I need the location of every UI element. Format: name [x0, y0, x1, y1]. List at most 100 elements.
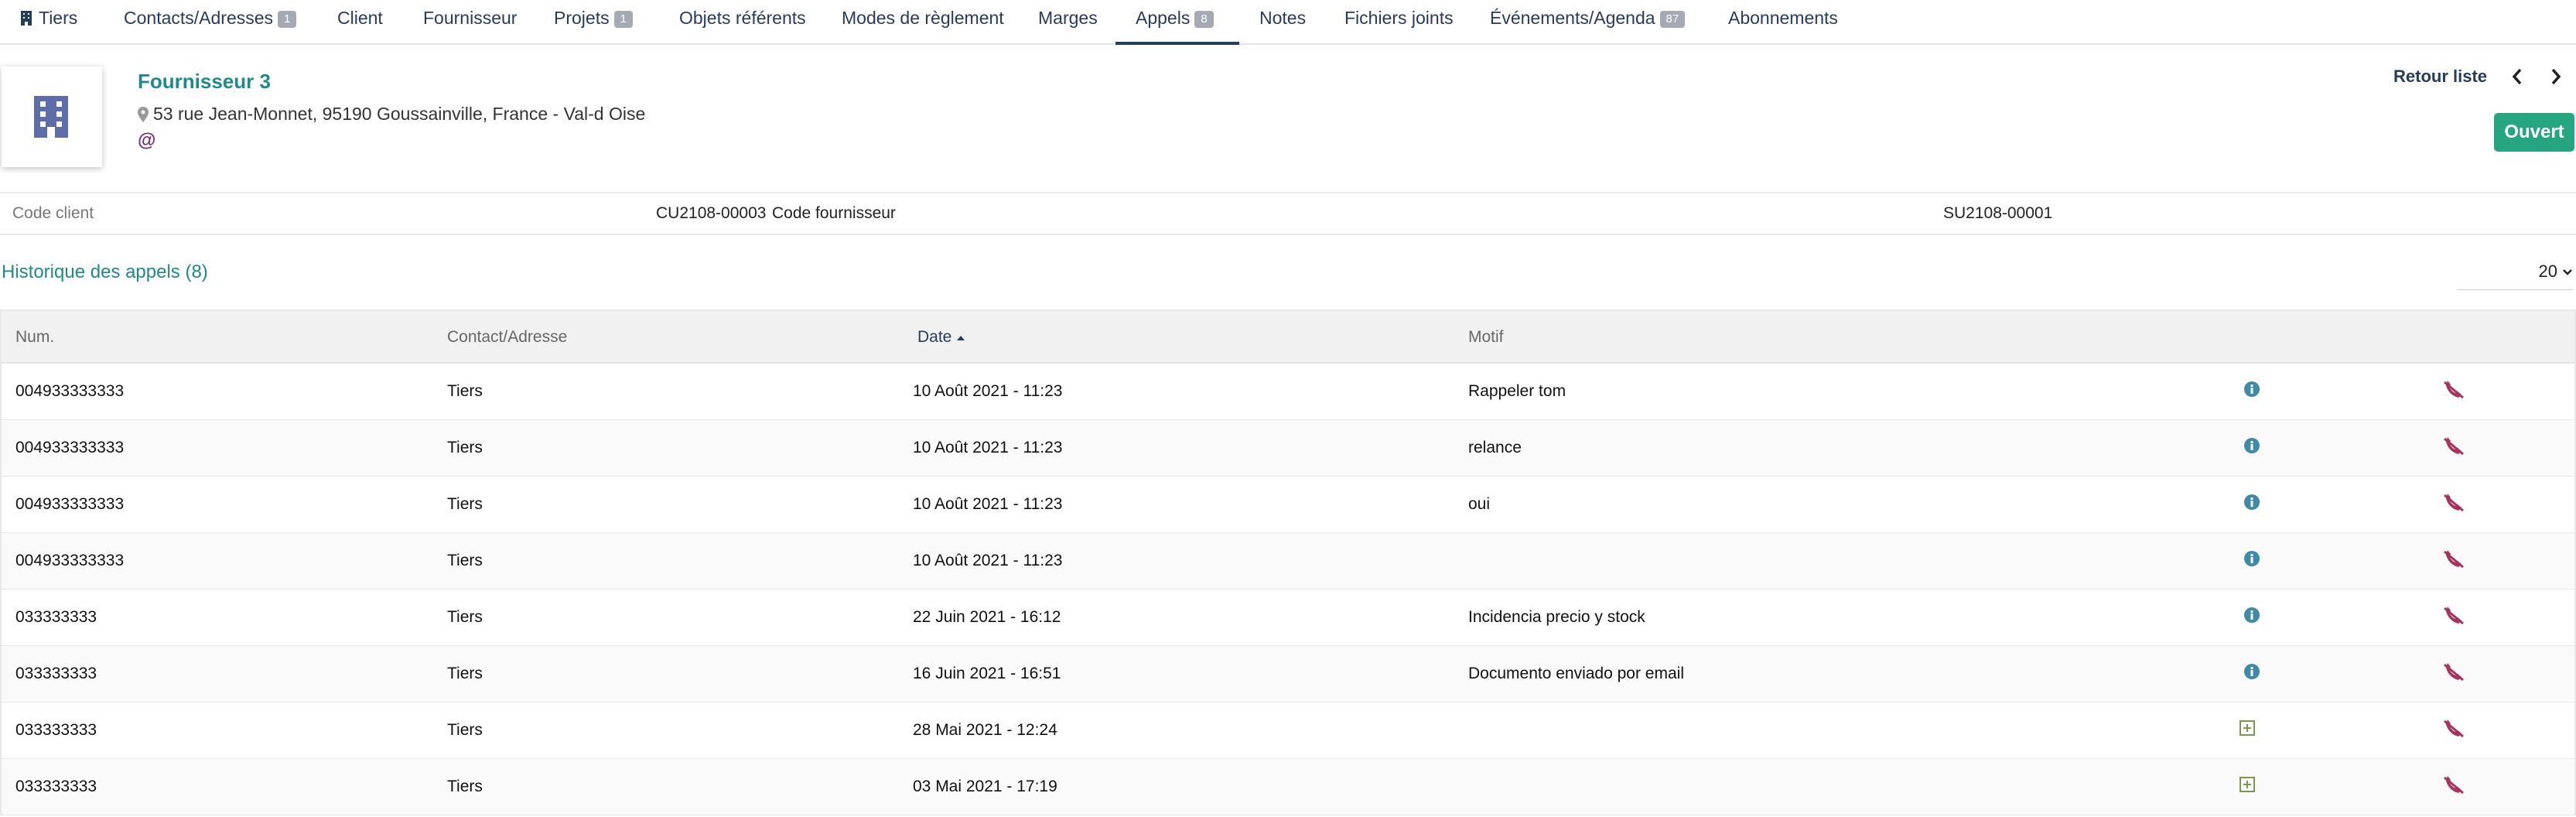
plus-square-icon[interactable] — [2239, 720, 2256, 741]
tab-fournisseur[interactable]: Fournisseur — [423, 0, 517, 45]
info-icon[interactable] — [2243, 437, 2260, 459]
chevron-right-icon — [2551, 68, 2561, 85]
cell-contact: Tiers — [447, 778, 483, 795]
tab-label: Modes de règlement — [842, 8, 1004, 28]
tab-tiers[interactable]: Tiers — [20, 0, 77, 45]
tab-label: Objets référents — [679, 8, 806, 28]
client-code-value: CU2108-00003 — [656, 204, 767, 222]
cell-num[interactable]: 033333333 — [15, 778, 97, 796]
cell-num[interactable]: 004933333333 — [15, 439, 124, 457]
sort-ascending-icon — [957, 336, 965, 340]
phone-slash-icon[interactable] — [2443, 550, 2465, 573]
cell-num[interactable]: 004933333333 — [15, 495, 124, 514]
column-date-label: Date — [917, 328, 952, 346]
chevron-down-icon — [2563, 269, 2572, 275]
cell-date: 16 Juin 2021 - 16:51 — [913, 665, 1061, 682]
building-icon — [34, 96, 68, 138]
tab-evenements-agenda[interactable]: Événements/Agenda 87 — [1490, 0, 1686, 45]
cell-contact: Tiers — [447, 665, 483, 682]
phone-slash-icon[interactable] — [2443, 776, 2465, 799]
supplier-code-value: SU2108-00001 — [1943, 204, 2053, 222]
cell-num[interactable]: 033333333 — [15, 721, 97, 740]
cell-date: 10 Août 2021 - 11:23 — [913, 495, 1063, 513]
column-num[interactable]: Num. — [15, 328, 54, 347]
calls-table: Num. Contact/Adresse Date Motif 00493333… — [0, 309, 2576, 815]
thirdparty-name: Fournisseur 3 — [138, 70, 271, 93]
cell-motif: Incidencia precio y stock — [1468, 608, 1645, 626]
tab-label: Tiers — [39, 8, 78, 28]
cell-motif: relance — [1468, 439, 1522, 456]
phone-slash-icon[interactable] — [2443, 381, 2465, 404]
phone-slash-icon[interactable] — [2443, 663, 2465, 686]
tab-fichiers-joints[interactable]: Fichiers joints — [1344, 0, 1454, 45]
tab-label: Abonnements — [1728, 8, 1838, 28]
tab-notes[interactable]: Notes — [1259, 0, 1306, 45]
tab-label: Fichiers joints — [1344, 8, 1454, 28]
cell-motif: Rappeler tom — [1468, 382, 1566, 400]
chevron-left-icon — [2512, 68, 2522, 85]
tab-label: Notes — [1259, 8, 1307, 28]
table-header: Num. Contact/Adresse Date Motif — [2, 311, 2574, 364]
info-icon[interactable] — [2243, 607, 2260, 628]
tab-label: Client — [337, 8, 383, 28]
address-line: 53 rue Jean-Monnet, 95190 Goussainville,… — [138, 104, 645, 125]
count-badge: 8 — [1194, 11, 1214, 28]
building-icon — [20, 2, 32, 37]
previous-record-button[interactable] — [2509, 67, 2525, 91]
tab-objets-referents[interactable]: Objets référents — [679, 0, 806, 45]
cell-date: 03 Mai 2021 - 17:19 — [913, 778, 1057, 795]
cell-date: 10 Août 2021 - 11:23 — [913, 382, 1063, 400]
cell-contact: Tiers — [447, 721, 483, 739]
tab-projets[interactable]: Projets 1 — [554, 0, 633, 45]
plus-square-icon[interactable] — [2239, 776, 2256, 798]
phone-slash-icon[interactable] — [2443, 607, 2465, 630]
column-motif[interactable]: Motif — [1468, 328, 1504, 347]
column-date[interactable]: Date — [917, 328, 965, 347]
phone-slash-icon[interactable] — [2443, 494, 2465, 517]
tab-marges[interactable]: Marges — [1038, 0, 1098, 45]
info-icon[interactable] — [2243, 381, 2260, 402]
table-row: 033333333 Tiers 03 Mai 2021 - 17:19 — [2, 759, 2574, 815]
cell-num[interactable]: 033333333 — [15, 608, 97, 627]
count-badge: 87 — [1659, 11, 1686, 28]
cell-date: 22 Juin 2021 - 16:12 — [913, 608, 1061, 626]
tab-client[interactable]: Client — [337, 0, 383, 45]
cell-num[interactable]: 004933333333 — [15, 382, 124, 401]
info-icon[interactable] — [2243, 494, 2260, 515]
codes-row: Code client CU2108-00003 Code fournisseu… — [0, 192, 2576, 235]
back-to-list-link[interactable]: Retour liste — [2393, 67, 2487, 87]
map-marker-icon — [138, 107, 149, 122]
next-record-button[interactable] — [2548, 67, 2564, 91]
tab-appels[interactable]: Appels 8 — [1115, 0, 1239, 45]
phone-slash-icon[interactable] — [2443, 720, 2465, 743]
cell-date: 28 Mai 2021 - 12:24 — [913, 721, 1057, 739]
cell-contact: Tiers — [447, 608, 483, 626]
supplier-code-label: Code fournisseur — [772, 204, 896, 222]
info-icon[interactable] — [2243, 663, 2260, 685]
phone-slash-icon[interactable] — [2443, 437, 2465, 460]
client-code-label: Code client — [12, 204, 94, 222]
table-row: 033333333 Tiers 22 Juin 2021 - 16:12 Incide… — [2, 590, 2574, 646]
thirdparty-logo — [2, 67, 102, 167]
tab-contacts[interactable]: Contacts/Adresses 1 — [124, 0, 297, 45]
cell-num[interactable]: 033333333 — [15, 665, 97, 683]
tab-label: Marges — [1038, 8, 1098, 28]
page-size-select[interactable]: 20 — [2457, 262, 2573, 290]
calls-history-title: Historique des appels (8) — [2, 262, 208, 282]
tab-label: Projets — [554, 8, 610, 28]
column-contact[interactable]: Contact/Adresse — [447, 328, 567, 347]
tab-bar: Tiers Contacts/Adresses 1 Client Fourniss… — [0, 0, 2576, 45]
tab-abonnements[interactable]: Abonnements — [1728, 0, 1838, 45]
tab-label: Événements/Agenda — [1490, 8, 1655, 28]
tab-label: Fournisseur — [423, 8, 518, 28]
email-link[interactable]: @ — [138, 130, 155, 152]
cell-num[interactable]: 004933333333 — [15, 552, 124, 570]
table-row: 004933333333 Tiers 10 Août 2021 - 11:23 oui — [2, 477, 2574, 533]
count-badge: 1 — [278, 11, 297, 28]
info-icon[interactable] — [2243, 550, 2260, 572]
cell-motif: Documento enviado por email — [1468, 665, 1684, 682]
cell-contact: Tiers — [447, 439, 483, 456]
cell-date: 10 Août 2021 - 11:23 — [913, 439, 1063, 456]
tab-modes-reglement[interactable]: Modes de règlement — [842, 0, 1004, 45]
status-badge: Ouvert — [2494, 113, 2574, 152]
